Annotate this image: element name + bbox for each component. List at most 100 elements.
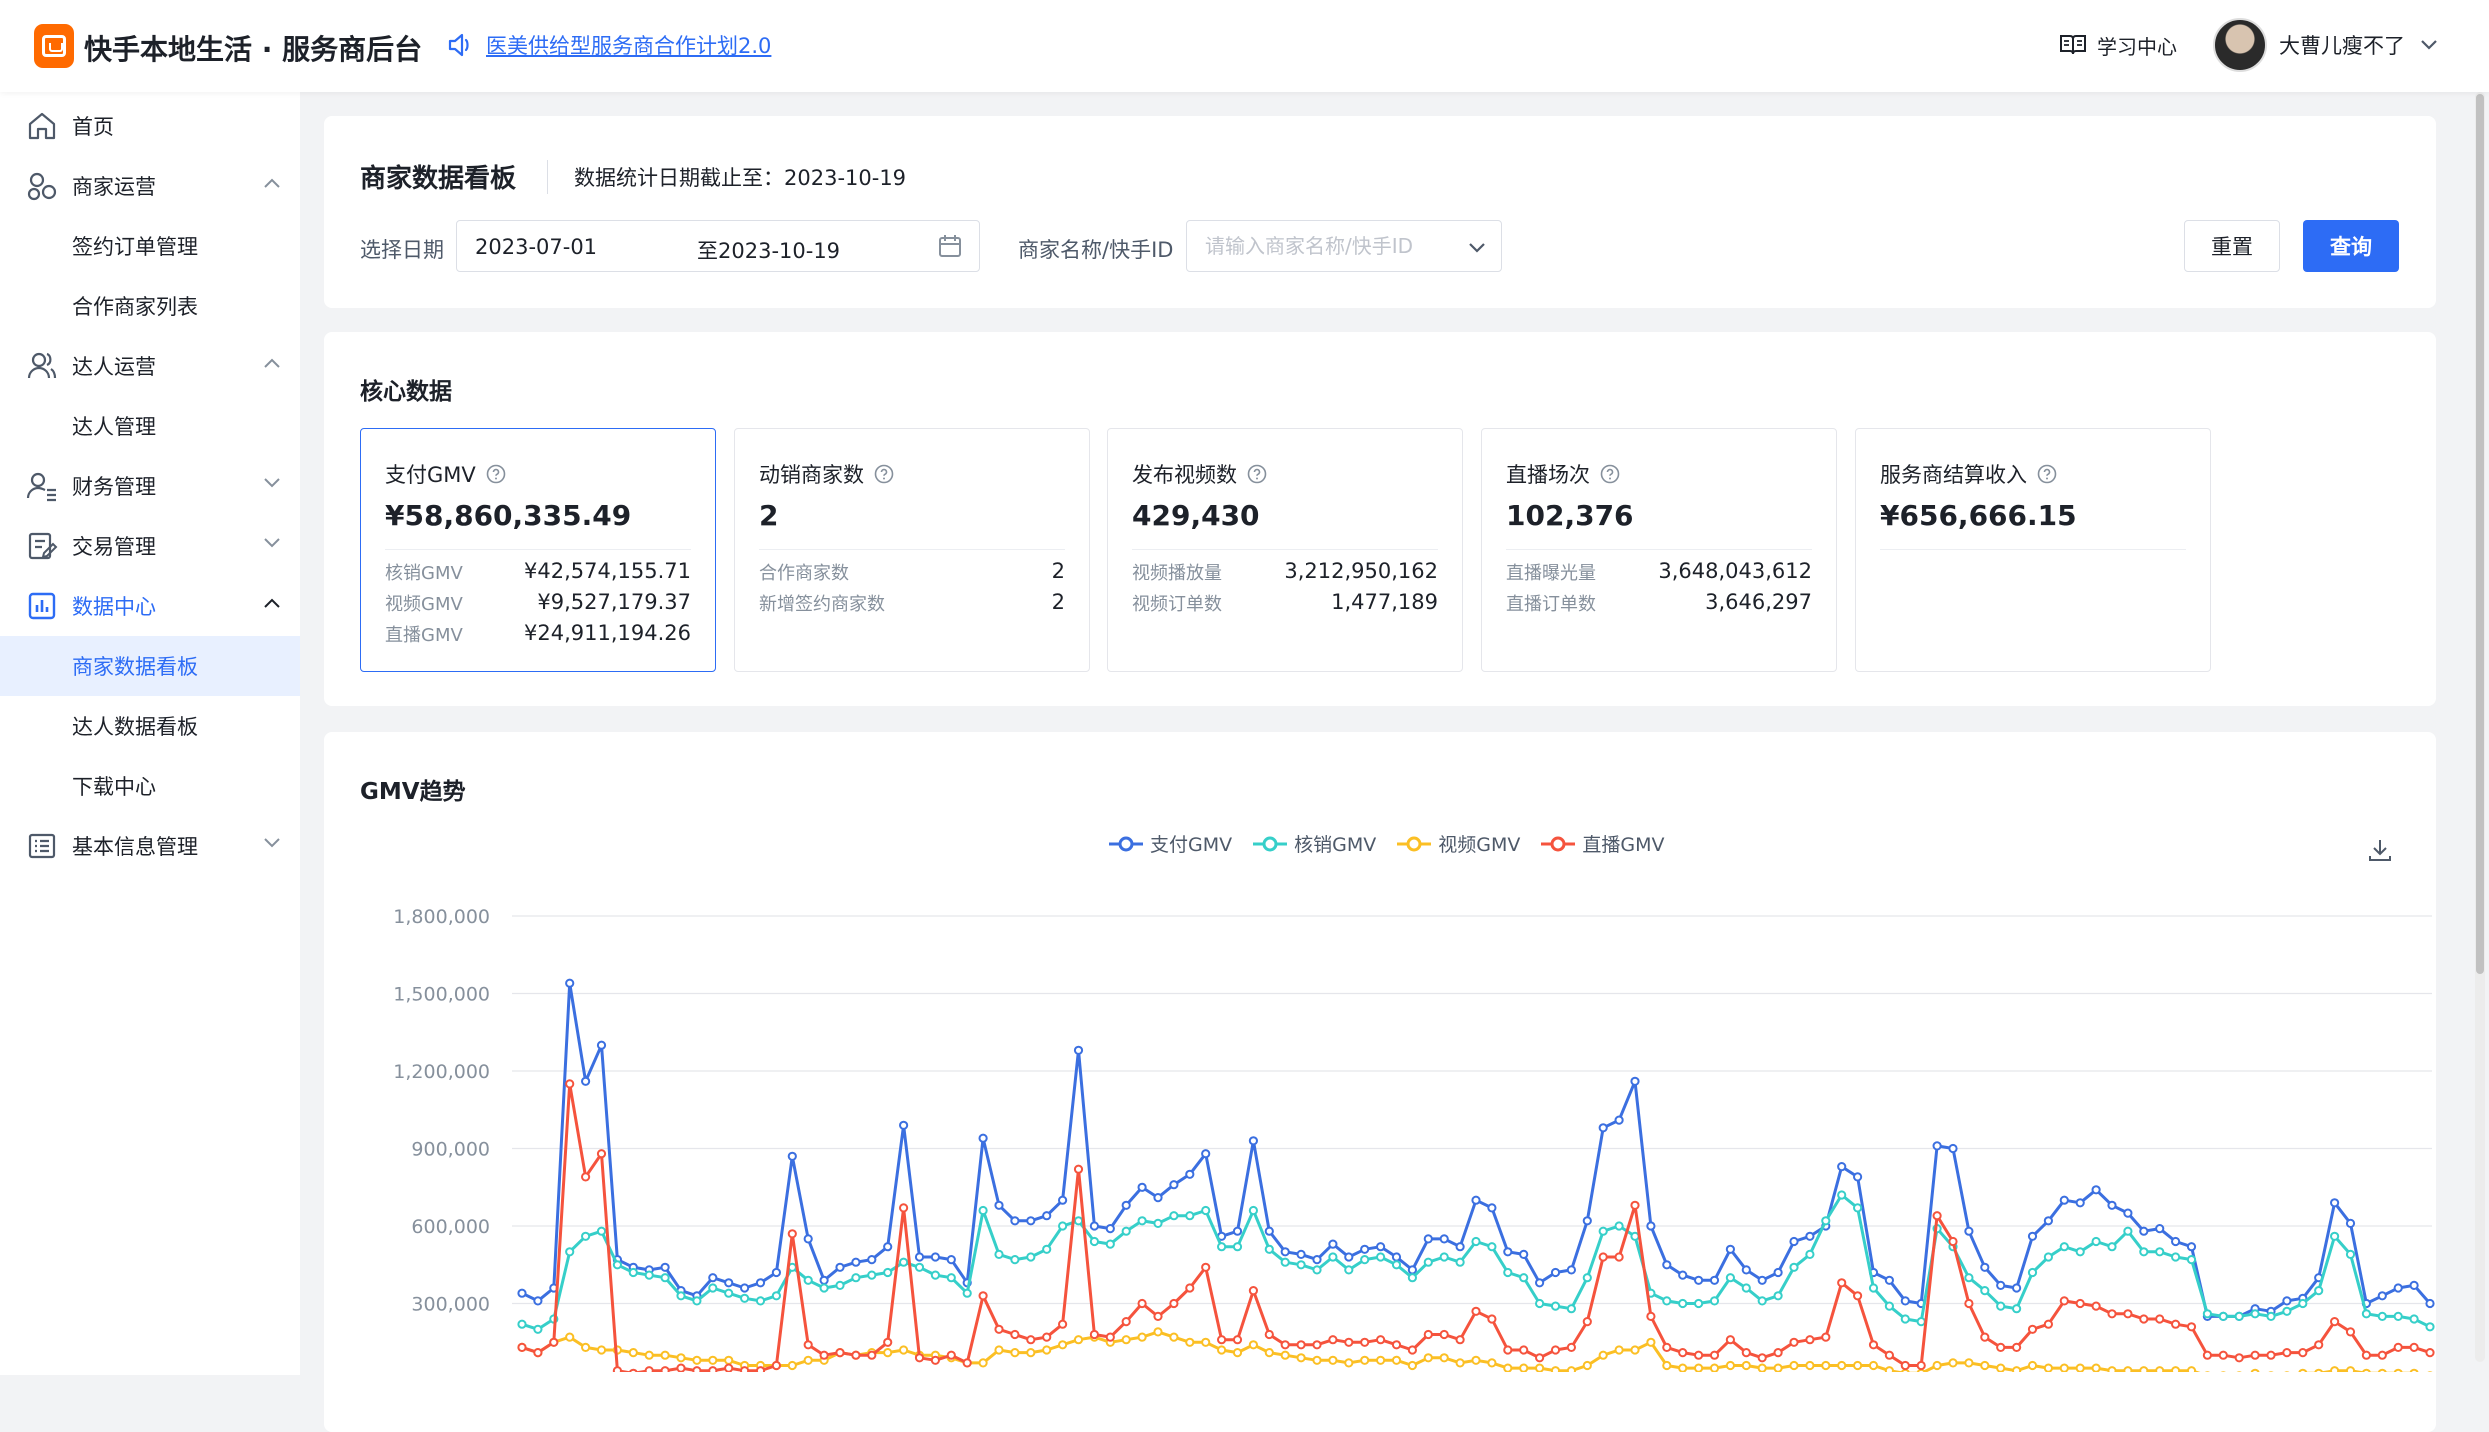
data-point[interactable] <box>533 1348 543 1358</box>
kpi-card[interactable]: 服务商结算收入 ¥656,666.15 <box>1855 428 2211 672</box>
sidebar-item-download-center[interactable]: 下载中心 <box>0 756 300 816</box>
data-point[interactable] <box>2012 1283 2022 1293</box>
data-point[interactable] <box>1376 1242 1386 1252</box>
data-point[interactable] <box>1058 1340 1068 1350</box>
data-point[interactable] <box>803 1340 813 1350</box>
data-point[interactable] <box>2139 1226 2149 1236</box>
data-point[interactable] <box>1232 1226 1243 1236</box>
data-point[interactable] <box>1566 1304 1577 1314</box>
data-point[interactable] <box>1535 1363 1545 1372</box>
data-point[interactable] <box>1010 1255 1020 1265</box>
data-point[interactable] <box>1519 1345 1529 1355</box>
notice-link[interactable]: 医美供给型服务商合作计划2.0 <box>486 30 771 60</box>
data-point[interactable] <box>565 1247 575 1257</box>
data-point[interactable] <box>2027 1324 2038 1334</box>
data-point[interactable] <box>581 1076 591 1086</box>
data-point[interactable] <box>2314 1286 2324 1296</box>
data-point[interactable] <box>851 1257 861 1267</box>
sidebar-item-basic-info[interactable]: 基本信息管理 <box>0 816 300 876</box>
data-point[interactable] <box>1980 1332 1990 1342</box>
data-point[interactable] <box>851 1273 861 1283</box>
data-point[interactable] <box>2155 1366 2165 1372</box>
data-point[interactable] <box>2012 1342 2022 1352</box>
data-point[interactable] <box>1153 1218 1163 1228</box>
data-point[interactable] <box>612 1366 622 1372</box>
data-point[interactable] <box>549 1337 559 1347</box>
data-point[interactable] <box>1423 1234 1433 1244</box>
data-point[interactable] <box>1614 1221 1624 1231</box>
data-point[interactable] <box>1630 1076 1640 1086</box>
data-point[interactable] <box>2043 1363 2053 1372</box>
data-point[interactable] <box>1566 1342 1577 1352</box>
data-point[interactable] <box>1725 1335 1736 1345</box>
data-point[interactable] <box>867 1270 877 1280</box>
data-point[interactable] <box>2361 1350 2372 1360</box>
data-point[interactable] <box>930 1355 941 1365</box>
data-point[interactable] <box>1646 1311 1656 1321</box>
data-point[interactable] <box>930 1252 941 1262</box>
download-icon[interactable] <box>2366 836 2394 864</box>
data-point[interactable] <box>2155 1247 2165 1257</box>
data-point[interactable] <box>2202 1350 2213 1360</box>
data-point[interactable] <box>2282 1306 2292 1316</box>
data-point[interactable] <box>2393 1342 2403 1352</box>
data-point[interactable] <box>1089 1329 1100 1340</box>
data-point[interactable] <box>2377 1368 2387 1372</box>
data-point[interactable] <box>708 1283 718 1293</box>
data-point[interactable] <box>1900 1296 1910 1306</box>
data-point[interactable] <box>2409 1342 2419 1352</box>
kpi-card[interactable]: 动销商家数 2 合作商家数 2 新增签约商家数 2 <box>734 428 1090 672</box>
data-point[interactable] <box>1312 1355 1322 1365</box>
data-point[interactable] <box>2377 1311 2387 1321</box>
data-point[interactable] <box>1757 1363 1767 1372</box>
data-point[interactable] <box>596 1040 607 1050</box>
data-point[interactable] <box>2234 1311 2244 1321</box>
data-point[interactable] <box>1185 1337 1195 1347</box>
data-point[interactable] <box>2012 1304 2022 1314</box>
data-point[interactable] <box>1344 1358 1354 1368</box>
data-point[interactable] <box>1042 1211 1052 1221</box>
data-point[interactable] <box>1884 1366 1894 1372</box>
data-point[interactable] <box>1853 1203 1863 1213</box>
data-point[interactable] <box>1773 1267 1783 1278</box>
data-point[interactable] <box>740 1366 750 1372</box>
data-point[interactable] <box>2123 1309 2133 1319</box>
data-point[interactable] <box>1773 1348 1783 1358</box>
data-point[interactable] <box>1868 1340 1879 1350</box>
data-point[interactable] <box>1264 1348 1274 1358</box>
data-point[interactable] <box>1980 1360 1990 1371</box>
data-point[interactable] <box>1757 1275 1767 1285</box>
help-icon[interactable] <box>1247 464 1267 484</box>
data-point[interactable] <box>2425 1322 2435 1332</box>
data-point[interactable] <box>1566 1265 1577 1275</box>
data-point[interactable] <box>1614 1252 1624 1262</box>
data-point[interactable] <box>1582 1273 1592 1283</box>
data-point[interactable] <box>1709 1350 1720 1360</box>
data-point[interactable] <box>2361 1309 2372 1319</box>
data-point[interactable] <box>1407 1273 1418 1283</box>
data-point[interactable] <box>533 1324 543 1334</box>
data-point[interactable] <box>1678 1298 1688 1309</box>
data-point[interactable] <box>1487 1358 1497 1368</box>
data-point[interactable] <box>1360 1355 1370 1365</box>
sidebar-item-partner-merchants[interactable]: 合作商家列表 <box>0 276 300 336</box>
data-point[interactable] <box>644 1270 654 1280</box>
data-point[interactable] <box>1185 1169 1195 1179</box>
data-point[interactable] <box>1757 1353 1767 1363</box>
data-point[interactable] <box>2171 1366 2181 1372</box>
sidebar-item-data-center[interactable]: 数据中心 <box>0 576 300 636</box>
data-point[interactable] <box>596 1345 607 1355</box>
data-point[interactable] <box>1121 1200 1131 1210</box>
data-point[interactable] <box>1821 1360 1831 1371</box>
data-point[interactable] <box>2345 1366 2356 1372</box>
data-point[interactable] <box>1916 1360 1926 1371</box>
data-point[interactable] <box>676 1291 686 1301</box>
data-point[interactable] <box>1042 1244 1052 1254</box>
data-point[interactable] <box>692 1355 702 1365</box>
data-point[interactable] <box>1535 1353 1545 1363</box>
data-point[interactable] <box>1662 1260 1672 1270</box>
data-point[interactable] <box>994 1345 1004 1355</box>
data-point[interactable] <box>1248 1340 1259 1350</box>
data-point[interactable] <box>755 1366 766 1372</box>
data-point[interactable] <box>1121 1317 1131 1327</box>
